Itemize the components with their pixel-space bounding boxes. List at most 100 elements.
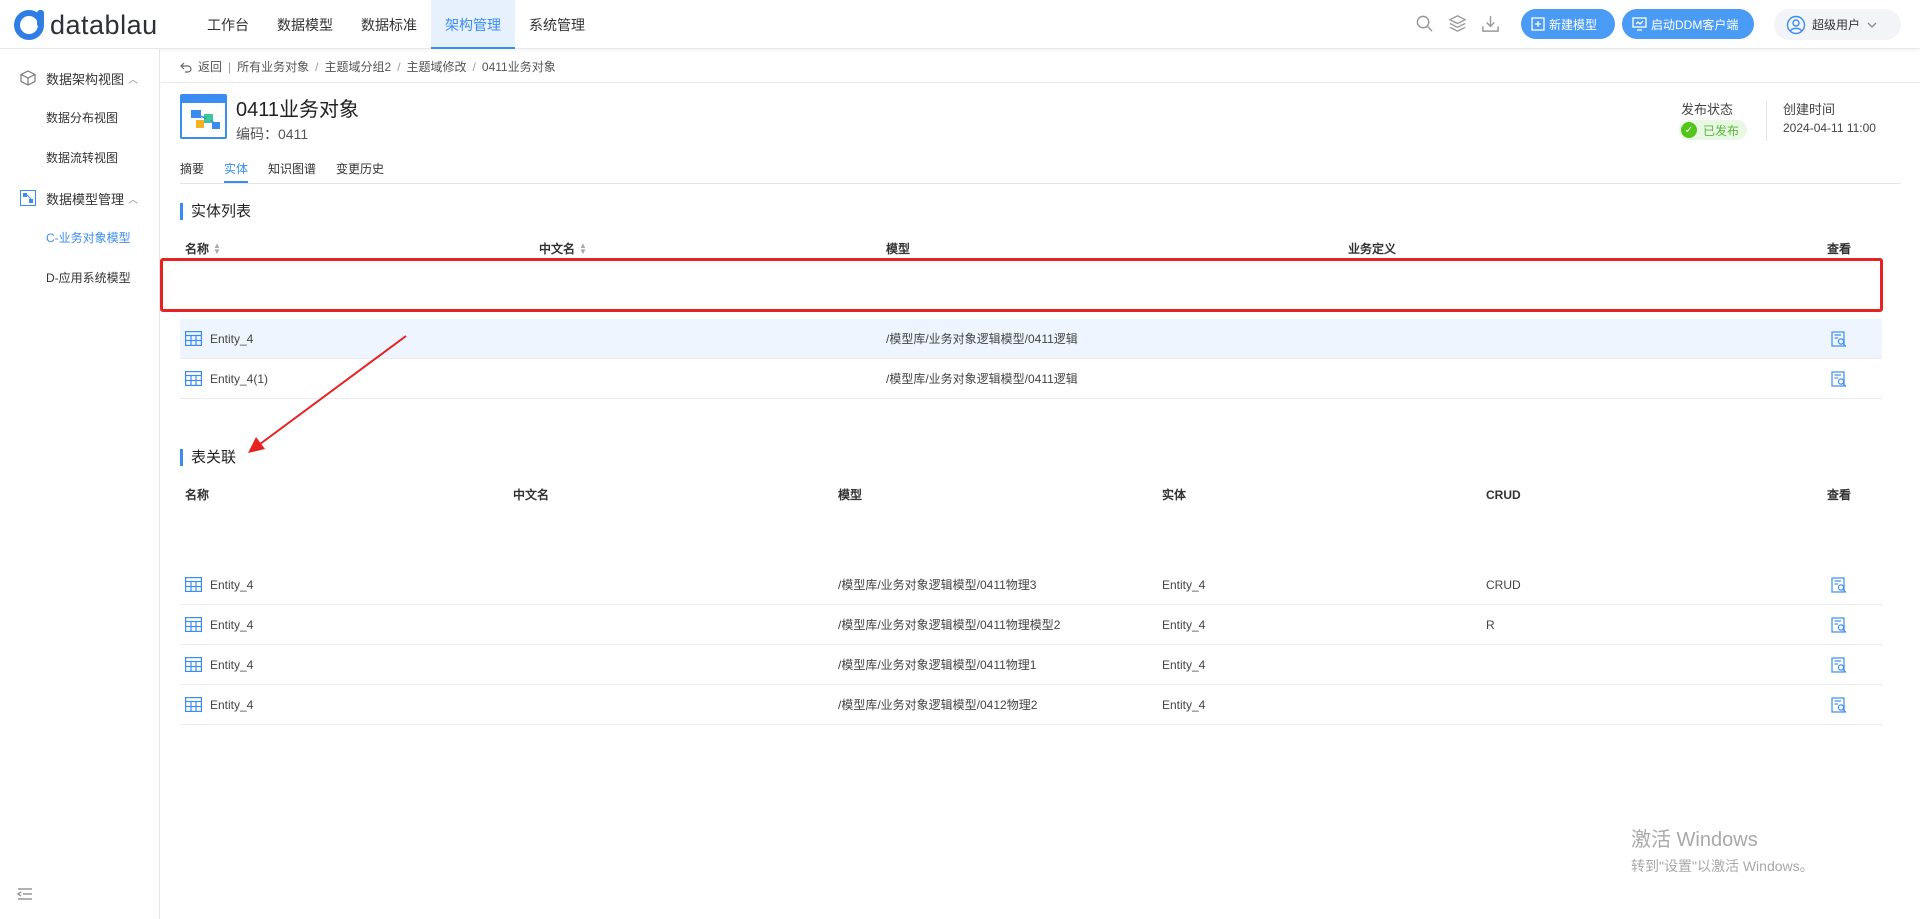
search-icon[interactable]	[1415, 14, 1434, 33]
sidebar-group-label: 数据模型管理	[46, 191, 125, 207]
logo-mark-icon	[14, 10, 44, 40]
sidebar-item-flow-view[interactable]: 数据流转视图	[0, 138, 160, 178]
view-details-icon[interactable]	[1831, 697, 1847, 713]
nav-architecture[interactable]: 架构管理	[431, 0, 515, 49]
column-header-model: 模型	[838, 488, 863, 502]
table-relation-title: 表关联	[180, 449, 236, 466]
publish-status-label: 发布状态	[1681, 102, 1734, 117]
back-arrow-icon[interactable]	[180, 61, 192, 73]
chevron-down-icon	[1867, 22, 1877, 28]
view-details-icon[interactable]	[1831, 617, 1847, 633]
entity-list-title: 实体列表	[180, 203, 251, 220]
back-link[interactable]: 返回	[198, 58, 222, 75]
sort-icon[interactable]: ▲ ▼	[579, 242, 587, 256]
check-icon: ✓	[1681, 122, 1697, 138]
relation-model-path: /模型库/业务对象逻辑模型/0412物理2	[838, 698, 1038, 712]
entity-model-path: /模型库/业务对象逻辑模型/0411逻辑	[886, 372, 1078, 386]
main-nav: 工作台 数据模型 数据标准 架构管理 系统管理	[193, 0, 599, 49]
user-menu[interactable]: 超级用户	[1774, 9, 1901, 40]
tab-knowledge-graph[interactable]: 知识图谱	[268, 160, 316, 183]
sidebar-group-label: 数据架构视图	[46, 71, 125, 87]
table-entity-icon	[185, 577, 202, 592]
breadcrumb-item[interactable]: 主题域修改	[407, 58, 467, 75]
tab-summary[interactable]: 摘要	[180, 160, 204, 183]
sidebar-item-distribution-view[interactable]: 数据分布视图	[0, 98, 160, 138]
object-title: 0411业务对象	[236, 99, 360, 121]
highlight-box	[160, 258, 1883, 312]
monitor-icon	[1632, 17, 1647, 31]
new-model-button[interactable]: 新建模型	[1521, 9, 1615, 39]
relation-name: Entity_4	[210, 618, 254, 632]
published-badge: ✓ 已发布	[1679, 120, 1748, 140]
relation-name: Entity_4	[210, 658, 254, 672]
view-details-icon[interactable]	[1831, 577, 1847, 593]
view-details-icon[interactable]	[1831, 371, 1847, 387]
sidebar: 数据架构视图 ︿ 数据分布视图 数据流转视图 数据模型管理 ︿ C-业务对象模型…	[0, 49, 160, 919]
table-row[interactable]: Entity_4/模型库/业务对象逻辑模型/0411物理1 Entity_4	[180, 645, 1882, 685]
relation-crud: CRUD	[1486, 578, 1521, 592]
relation-model-path: /模型库/业务对象逻辑模型/0411物理模型2	[838, 618, 1061, 632]
column-header-view: 查看	[1827, 488, 1852, 502]
table-entity-icon	[185, 331, 202, 346]
chevron-up-icon: ︿	[128, 74, 139, 86]
user-avatar-icon	[1786, 15, 1806, 34]
entity-model-path: /模型库/业务对象逻辑模型/0411逻辑	[886, 332, 1078, 346]
create-time-label: 创建时间	[1783, 102, 1836, 117]
nav-data-standard[interactable]: 数据标准	[347, 0, 431, 49]
download-icon[interactable]	[1481, 14, 1500, 33]
column-header-entity: 实体	[1162, 488, 1187, 502]
launch-ddm-label: 启动DDM客户端	[1651, 17, 1739, 32]
sort-icon[interactable]: ▲ ▼	[213, 242, 221, 256]
layers-icon[interactable]	[1448, 14, 1467, 33]
model-management-icon	[20, 190, 36, 206]
table-row[interactable]: Entity_4/模型库/业务对象逻辑模型/0411物理3 Entity_4 CRU…	[180, 565, 1882, 605]
watermark-line1: 激活 Windows	[1631, 829, 1758, 851]
relation-crud: R	[1486, 618, 1495, 632]
table-row[interactable]: Entity_4(1) /模型库/业务对象逻辑模型/0411逻辑	[180, 359, 1882, 399]
tab-entity[interactable]: 实体	[224, 160, 249, 183]
sidebar-group-model-management[interactable]: 数据模型管理 ︿	[0, 178, 160, 218]
table-entity-icon	[185, 657, 202, 672]
table-row[interactable]: Entity_4/模型库/业务对象逻辑模型/0411物理模型2 Entity_4 R	[180, 605, 1882, 645]
new-model-label: 新建模型	[1549, 17, 1598, 32]
table-row[interactable]: Entity_4 /模型库/业务对象逻辑模型/0411逻辑	[180, 319, 1882, 359]
view-details-icon[interactable]	[1831, 331, 1847, 347]
table-row[interactable]: Entity_4/模型库/业务对象逻辑模型/0412物理2 Entity_4	[180, 685, 1882, 725]
chevron-up-icon: ︿	[128, 194, 139, 206]
sidebar-item-business-object-model[interactable]: C-业务对象模型	[0, 218, 160, 258]
column-header-cn-name: 中文名	[513, 488, 550, 502]
relation-entity: Entity_4	[1162, 658, 1206, 672]
launch-ddm-button[interactable]: 启动DDM客户端	[1622, 9, 1754, 39]
relation-model-path: /模型库/业务对象逻辑模型/0411物理3	[838, 578, 1037, 592]
sidebar-item-application-system-model[interactable]: D-应用系统模型	[0, 258, 160, 298]
nav-workbench[interactable]: 工作台	[193, 0, 263, 49]
nav-data-model[interactable]: 数据模型	[263, 0, 347, 49]
sidebar-group-architecture-view[interactable]: 数据架构视图 ︿	[0, 58, 160, 98]
create-time-value: 2024-04-11 11:00	[1783, 121, 1876, 135]
breadcrumb-item[interactable]: 所有业务对象	[237, 58, 309, 75]
detail-tabs: 摘要 实体 知识图谱 变更历史	[180, 160, 384, 183]
nav-system[interactable]: 系统管理	[515, 0, 599, 49]
breadcrumb-current: 0411业务对象	[481, 60, 556, 74]
table-entity-icon	[185, 371, 202, 386]
datablau-logo[interactable]: datablau	[14, 10, 158, 40]
logo-text: datablau	[50, 9, 158, 40]
table-entity-icon	[185, 697, 202, 712]
relation-name: Entity_4	[210, 698, 254, 712]
column-header-crud: CRUD	[1486, 488, 1521, 502]
relation-entity: Entity_4	[1162, 618, 1206, 632]
object-code: 编码：0411	[236, 126, 309, 142]
main-content: 返回 | 所有业务对象 / 主题域分组2 / 主题域修改 / 0411业务对象 …	[161, 49, 1920, 919]
relation-name: Entity_4	[210, 578, 254, 592]
entity-name: Entity_4	[210, 332, 254, 346]
relation-model-path: /模型库/业务对象逻辑模型/0411物理1	[838, 658, 1037, 672]
breadcrumb-item[interactable]: 主题域分组2	[325, 58, 392, 75]
table-entity-icon	[185, 617, 202, 632]
top-bar: datablau 工作台 数据模型 数据标准 架构管理 系统管理 新建模型 启动…	[0, 0, 1920, 49]
view-details-icon[interactable]	[1831, 657, 1847, 673]
windows-activation-watermark: 激活 Windows 转到"设置"以激活 Windows。	[1631, 823, 1814, 876]
collapse-menu-icon[interactable]	[16, 885, 34, 903]
tab-change-history[interactable]: 变更历史	[336, 160, 384, 183]
business-object-icon	[180, 94, 227, 139]
column-header-name: 名称	[185, 488, 210, 502]
